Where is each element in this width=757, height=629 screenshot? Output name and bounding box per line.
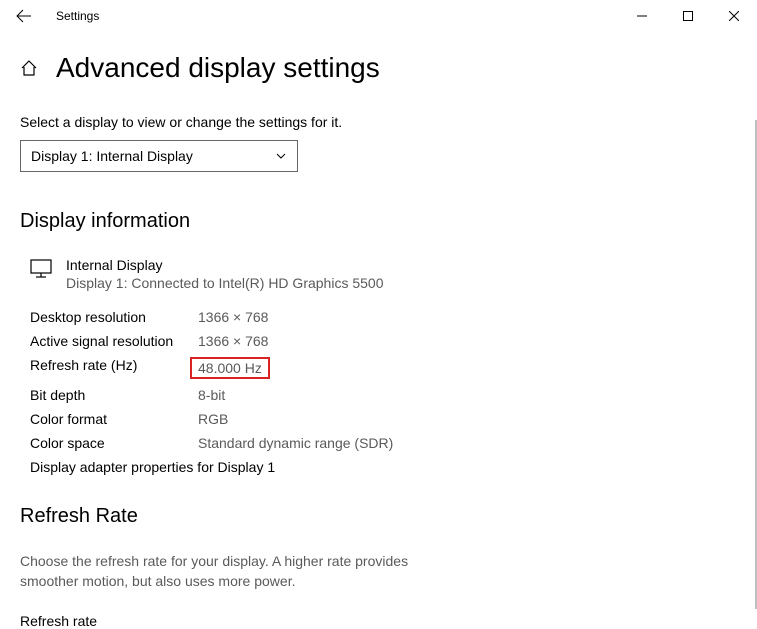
display-header: Internal Display Display 1: Connected to… xyxy=(20,257,737,291)
info-label: Bit depth xyxy=(30,387,198,403)
display-information-heading: Display information xyxy=(20,210,737,233)
header-row: Advanced display settings xyxy=(20,52,737,84)
info-label: Refresh rate (Hz) xyxy=(30,357,198,379)
display-name: Internal Display xyxy=(66,257,383,273)
display-connection-info: Display 1: Connected to Intel(R) HD Grap… xyxy=(66,275,383,291)
app-title: Settings xyxy=(56,9,99,23)
display-select-dropdown[interactable]: Display 1: Internal Display xyxy=(20,140,298,172)
maximize-button[interactable] xyxy=(665,0,711,32)
close-button[interactable] xyxy=(711,0,757,32)
info-value: 1366 × 768 xyxy=(198,333,268,349)
info-value: RGB xyxy=(198,411,228,427)
info-row-active-signal-resolution: Active signal resolution 1366 × 768 xyxy=(30,333,737,349)
instruction-text: Select a display to view or change the s… xyxy=(20,114,737,130)
refresh-rate-label: Refresh rate xyxy=(20,613,737,629)
info-row-bit-depth: Bit depth 8-bit xyxy=(30,387,737,403)
page-title: Advanced display settings xyxy=(56,52,380,84)
info-value-highlighted: 48.000 Hz xyxy=(190,357,270,379)
titlebar: Settings xyxy=(0,0,757,32)
refresh-rate-heading: Refresh Rate xyxy=(20,505,737,528)
monitor-icon xyxy=(30,259,52,291)
minimize-icon xyxy=(637,11,647,21)
info-label: Color format xyxy=(30,411,198,427)
info-row-desktop-resolution: Desktop resolution 1366 × 768 xyxy=(30,309,737,325)
back-button[interactable] xyxy=(8,0,40,32)
content-area: Advanced display settings Select a displ… xyxy=(0,52,757,629)
info-label: Desktop resolution xyxy=(30,309,198,325)
back-arrow-icon xyxy=(16,8,32,24)
info-row-refresh-rate: Refresh rate (Hz) 48.000 Hz xyxy=(30,357,737,379)
dropdown-selected-value: Display 1: Internal Display xyxy=(31,148,193,164)
home-icon xyxy=(20,59,38,77)
window-controls xyxy=(619,0,757,32)
home-button[interactable] xyxy=(20,59,38,77)
info-label: Active signal resolution xyxy=(30,333,198,349)
info-value: 1366 × 768 xyxy=(198,309,268,325)
maximize-icon xyxy=(683,11,693,21)
info-row-color-space: Color space Standard dynamic range (SDR) xyxy=(30,435,737,451)
info-row-color-format: Color format RGB xyxy=(30,411,737,427)
info-value: 8-bit xyxy=(198,387,225,403)
refresh-rate-description: Choose the refresh rate for your display… xyxy=(20,552,420,591)
minimize-button[interactable] xyxy=(619,0,665,32)
info-label: Color space xyxy=(30,435,198,451)
display-info-table: Desktop resolution 1366 × 768 Active sig… xyxy=(20,309,737,475)
display-adapter-properties-link[interactable]: Display adapter properties for Display 1 xyxy=(30,459,737,475)
chevron-down-icon xyxy=(275,150,287,162)
close-icon xyxy=(729,11,739,21)
info-value: Standard dynamic range (SDR) xyxy=(198,435,393,451)
